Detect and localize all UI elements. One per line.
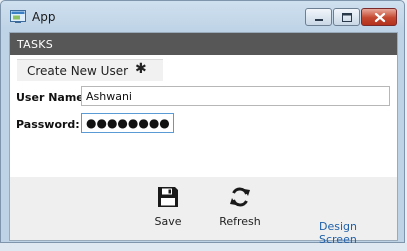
password-label: Password:	[16, 118, 80, 131]
refresh-icon	[230, 187, 250, 207]
save-icon	[158, 187, 178, 207]
window-title: App	[32, 10, 56, 24]
tasks-header: TASKS	[10, 33, 397, 55]
tab-label: Create New User	[27, 64, 129, 78]
maximize-button[interactable]	[333, 8, 360, 26]
close-icon	[374, 12, 386, 23]
refresh-label: Refresh	[219, 215, 261, 228]
refresh-button[interactable]: Refresh	[210, 183, 270, 235]
action-footer: Save Refresh Design Screen	[10, 177, 397, 246]
username-input[interactable]	[81, 86, 390, 106]
tasks-header-label: TASKS	[17, 38, 54, 51]
save-button[interactable]: Save	[138, 183, 198, 235]
client-area: TASKS Create New User ✱ User Name: Passw…	[9, 32, 398, 246]
minimize-button[interactable]	[305, 8, 332, 26]
unsaved-marker-icon: ✱	[135, 61, 147, 77]
username-label: User Name:	[16, 91, 89, 104]
tab-strip: Create New User ✱	[10, 55, 397, 82]
app-window: App TASKS Create New User ✱ User Name: A…	[0, 0, 405, 246]
close-button[interactable]	[361, 8, 397, 26]
password-input[interactable]	[81, 113, 174, 133]
minimize-icon	[315, 19, 323, 21]
user-form: User Name: Password:	[10, 81, 397, 177]
title-bar[interactable]: App	[1, 1, 404, 31]
save-label: Save	[154, 215, 182, 228]
taskbar-edge	[0, 243, 407, 251]
maximize-icon	[342, 13, 352, 22]
app-window-icon	[10, 10, 26, 23]
tab-create-new-user[interactable]: Create New User ✱	[17, 59, 163, 82]
